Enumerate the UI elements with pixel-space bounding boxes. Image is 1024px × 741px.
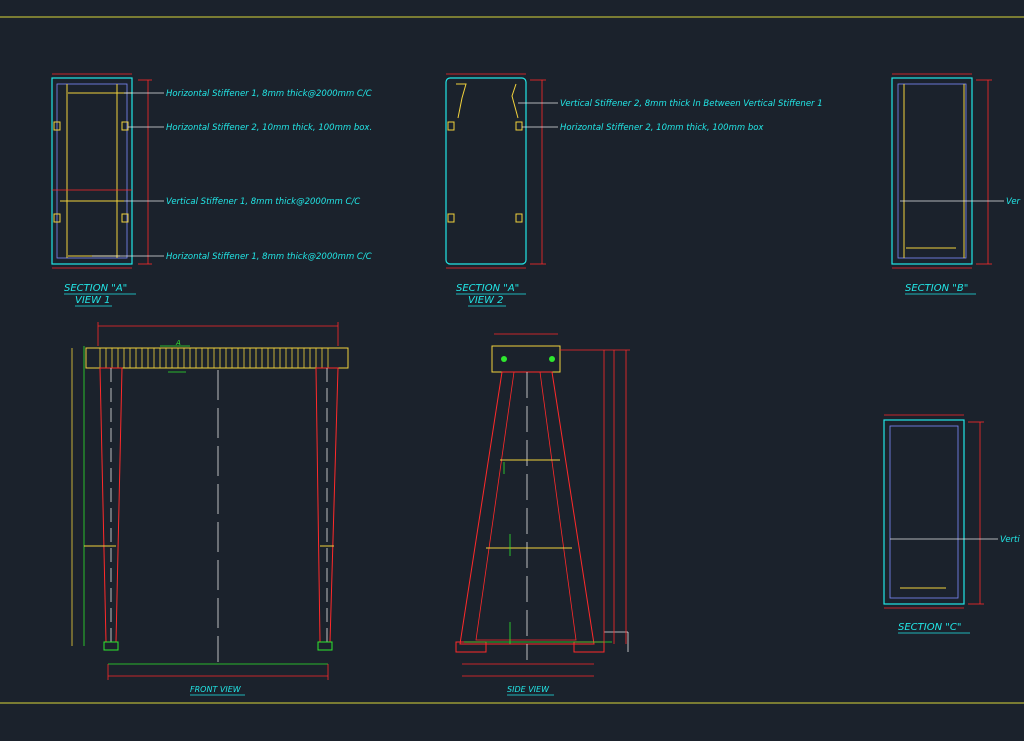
- title-section-a-view-1-line-2: VIEW 1: [75, 295, 111, 306]
- annotation-v1-horizontal-stiffener-1-bottom: Horizontal Stiffener 1, 8mm thick@2000mm…: [166, 252, 372, 262]
- title-section-c: SECTION "C": [898, 622, 961, 633]
- section-c: [883, 414, 998, 609]
- annotation-v2-horizontal-stiffener-2: Horizontal Stiffener 2, 10mm thick, 100m…: [560, 123, 764, 133]
- title-section-b: SECTION "B": [905, 283, 968, 294]
- annotation-v1-horizontal-stiffener-2: Horizontal Stiffener 2, 10mm thick, 100m…: [166, 123, 372, 133]
- title-section-a-view-1-line-1: SECTION "A": [64, 283, 127, 294]
- title-section-a-view-2-line-1: SECTION "A": [456, 283, 519, 294]
- annotation-v1-vertical-stiffener-1: Vertical Stiffener 1, 8mm thick@2000mm C…: [166, 197, 360, 207]
- front-view-section-marker: A: [175, 339, 181, 347]
- section-a-view-2: [445, 73, 558, 269]
- side-view: [455, 333, 630, 677]
- annotation-b-vertical-truncated: Ver: [1006, 197, 1021, 207]
- front-view: [71, 322, 349, 680]
- annotation-v1-horizontal-stiffener-1: Horizontal Stiffener 1, 8mm thick@2000mm…: [166, 89, 372, 99]
- title-side-view: SIDE VIEW: [507, 685, 550, 694]
- annotation-c-vertical-truncated: Verti: [1000, 535, 1020, 545]
- title-section-a-view-2-line-2: VIEW 2: [468, 295, 504, 306]
- cad-drawing-canvas: Horizontal Stiffener 1, 8mm thick@2000mm…: [0, 16, 1024, 704]
- section-a-view-1: [51, 73, 164, 269]
- section-b: [891, 73, 1004, 269]
- annotation-v2-vertical-stiffener-2: Vertical Stiffener 2, 8mm thick In Betwe…: [560, 99, 823, 109]
- title-front-view: FRONT VIEW: [190, 685, 242, 694]
